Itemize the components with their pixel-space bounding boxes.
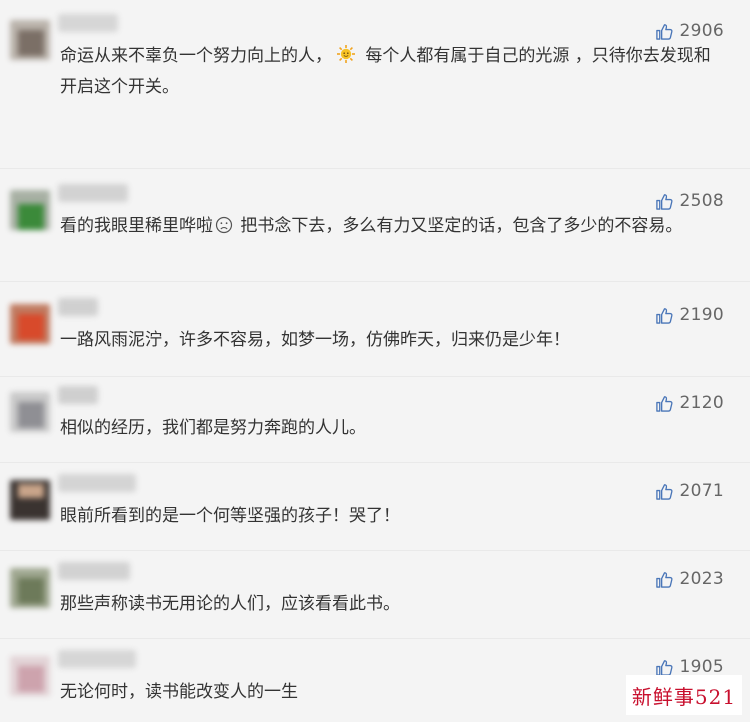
avatar[interactable] (10, 20, 50, 60)
like-button[interactable]: 2023 (655, 568, 724, 590)
avatar[interactable] (10, 656, 50, 696)
comment-text: 眼前所看到的是一个何等坚强的孩子！哭了！ (60, 506, 400, 526)
like-count: 1905 (679, 657, 724, 677)
divider (0, 281, 750, 282)
comment-text: 一路风雨泥泞，许多不容易，如梦一场，仿佛昨天，归来仍是少年！ (60, 330, 570, 350)
divider (0, 638, 750, 639)
sun-emoji (336, 44, 356, 73)
watermark: 新鲜事521 (626, 675, 742, 715)
comment-text: 命运从来不辜负一个努力向上的人， 每个人都有属于自己的光源 ，只待你去发现和开启… (60, 44, 711, 97)
avatar[interactable] (10, 304, 50, 344)
comment-text: 看的我眼里稀里哗啦 把书念下去，多么有力又坚定的话，包含了多少的不容易。 (60, 212, 720, 243)
username[interactable] (58, 650, 136, 668)
like-count: 2190 (679, 305, 724, 325)
like-count: 2906 (679, 21, 724, 41)
avatar[interactable] (10, 190, 50, 230)
username[interactable] (58, 562, 130, 580)
sad-face-emoji (215, 215, 233, 243)
divider (0, 550, 750, 551)
like-button[interactable]: 2508 (655, 190, 724, 212)
like-count: 2508 (679, 191, 724, 211)
username[interactable] (58, 184, 128, 202)
divider (0, 168, 750, 169)
thumbs-up-icon (655, 193, 673, 210)
username[interactable] (58, 474, 136, 492)
like-count: 2120 (679, 393, 724, 413)
like-button[interactable]: 2120 (655, 392, 724, 414)
divider (0, 462, 750, 463)
username[interactable] (58, 386, 98, 404)
thumbs-up-icon (655, 395, 673, 412)
comment-text: 相似的经历，我们都是努力奔跑的人儿。 (60, 418, 366, 438)
thumbs-up-icon (655, 659, 673, 676)
comment-text: 那些声称读书无用论的人们，应该看看此书。 (60, 594, 400, 614)
avatar[interactable] (10, 568, 50, 608)
thumbs-up-icon (655, 571, 673, 588)
thumbs-up-icon (655, 23, 673, 40)
comment-text: 无论何时，读书能改变人的一生 (60, 682, 298, 702)
username[interactable] (58, 298, 98, 316)
like-button[interactable]: 2071 (655, 480, 724, 502)
like-button[interactable]: 2190 (655, 304, 724, 326)
avatar[interactable] (10, 480, 50, 520)
like-count: 2023 (679, 569, 724, 589)
thumbs-up-icon (655, 307, 673, 324)
thumbs-up-icon (655, 483, 673, 500)
avatar[interactable] (10, 392, 50, 432)
like-button[interactable]: 2906 (655, 20, 724, 42)
like-count: 2071 (679, 481, 724, 501)
username[interactable] (58, 14, 118, 32)
divider (0, 376, 750, 377)
